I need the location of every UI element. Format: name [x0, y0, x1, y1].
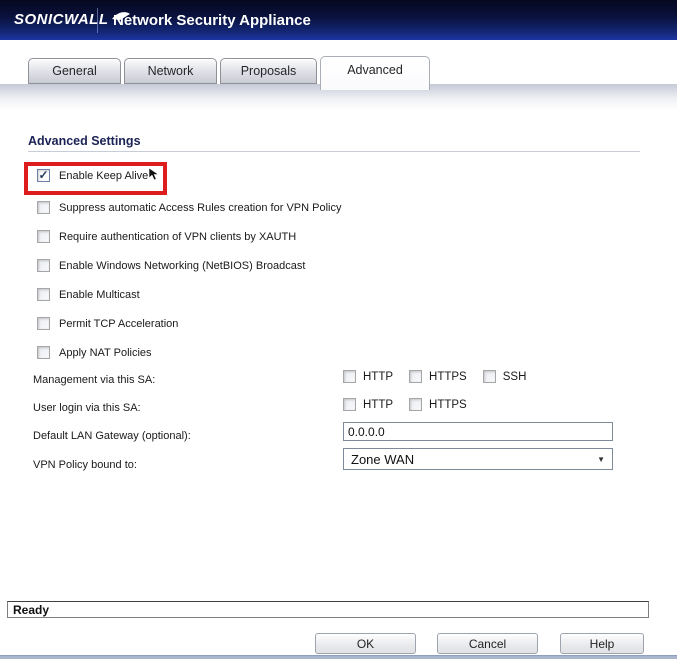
- require-xauth-checkbox[interactable]: [37, 230, 50, 243]
- row-netbios-broadcast: Enable Windows Networking (NetBIOS) Broa…: [37, 259, 305, 272]
- row-enable-multicast: Enable Multicast: [37, 288, 140, 301]
- row-suppress-access-rules: Suppress automatic Access Rules creation…: [37, 201, 341, 214]
- permit-tcp-acceleration-checkbox[interactable]: [37, 317, 50, 330]
- suppress-access-rules-checkbox[interactable]: [37, 201, 50, 214]
- vpn-policy-dialog: SONICWALL Network Security Appliance Gen…: [0, 0, 677, 664]
- section-heading: Advanced Settings: [28, 134, 141, 148]
- enable-keep-alive-checkbox[interactable]: ✓: [37, 169, 50, 182]
- checkbox-label: Suppress automatic Access Rules creation…: [59, 202, 341, 214]
- tab-proposals[interactable]: Proposals: [220, 58, 317, 84]
- vpn-bound-dropdown[interactable]: Zone WAN ▼: [343, 448, 613, 470]
- cancel-button[interactable]: Cancel: [437, 633, 538, 654]
- section-divider: [28, 151, 640, 152]
- login-https-label: HTTPS: [429, 399, 467, 411]
- management-label: Management via this SA:: [33, 374, 155, 386]
- mgmt-http-label: HTTP: [363, 371, 393, 383]
- vpn-bound-label: VPN Policy bound to:: [33, 459, 137, 471]
- user-login-label: User login via this SA:: [33, 402, 141, 414]
- help-button[interactable]: Help: [560, 633, 644, 654]
- checkbox-label: Enable Windows Networking (NetBIOS) Broa…: [59, 260, 305, 272]
- tab-advanced[interactable]: Advanced: [320, 56, 430, 90]
- enable-multicast-checkbox[interactable]: [37, 288, 50, 301]
- status-text: Ready: [13, 603, 49, 617]
- mgmt-http-checkbox[interactable]: [343, 370, 356, 383]
- appliance-title: Network Security Appliance: [113, 12, 311, 29]
- checkbox-label: Apply NAT Policies: [59, 347, 152, 359]
- mgmt-ssh-checkbox[interactable]: [483, 370, 496, 383]
- window-bottom-edge: [0, 655, 677, 659]
- checkbox-label: Enable Keep Alive: [59, 170, 148, 182]
- check-icon: ✓: [38, 168, 48, 182]
- tab-general[interactable]: General: [28, 58, 121, 84]
- vpn-bound-value: Zone WAN: [351, 452, 414, 467]
- header-divider: [97, 8, 98, 33]
- checkbox-label: Permit TCP Acceleration: [59, 318, 178, 330]
- chevron-down-icon: ▼: [597, 455, 605, 464]
- header-bar: SONICWALL Network Security Appliance: [0, 0, 677, 40]
- gateway-input[interactable]: [343, 422, 613, 441]
- row-require-xauth: Require authentication of VPN clients by…: [37, 230, 296, 243]
- management-options: HTTP HTTPS SSH: [343, 370, 535, 383]
- row-permit-tcp-acceleration: Permit TCP Acceleration: [37, 317, 178, 330]
- ok-button[interactable]: OK: [315, 633, 416, 654]
- netbios-broadcast-checkbox[interactable]: [37, 259, 50, 272]
- apply-nat-policies-checkbox[interactable]: [37, 346, 50, 359]
- checkbox-label: Require authentication of VPN clients by…: [59, 231, 296, 243]
- row-apply-nat-policies: Apply NAT Policies: [37, 346, 152, 359]
- login-http-label: HTTP: [363, 399, 393, 411]
- login-http-checkbox[interactable]: [343, 398, 356, 411]
- mgmt-ssh-label: SSH: [503, 371, 527, 383]
- row-enable-keep-alive: ✓ Enable Keep Alive: [37, 169, 148, 182]
- mgmt-https-label: HTTPS: [429, 371, 467, 383]
- user-login-options: HTTP HTTPS: [343, 398, 476, 411]
- tab-network[interactable]: Network: [124, 58, 217, 84]
- checkbox-label: Enable Multicast: [59, 289, 140, 301]
- status-bar: Ready: [7, 601, 649, 618]
- gateway-label: Default LAN Gateway (optional):: [33, 430, 191, 442]
- sonicwall-logo-text: SONICWALL: [14, 11, 109, 28]
- cursor-arrow-icon: [148, 167, 161, 181]
- login-https-checkbox[interactable]: [409, 398, 422, 411]
- mgmt-https-checkbox[interactable]: [409, 370, 422, 383]
